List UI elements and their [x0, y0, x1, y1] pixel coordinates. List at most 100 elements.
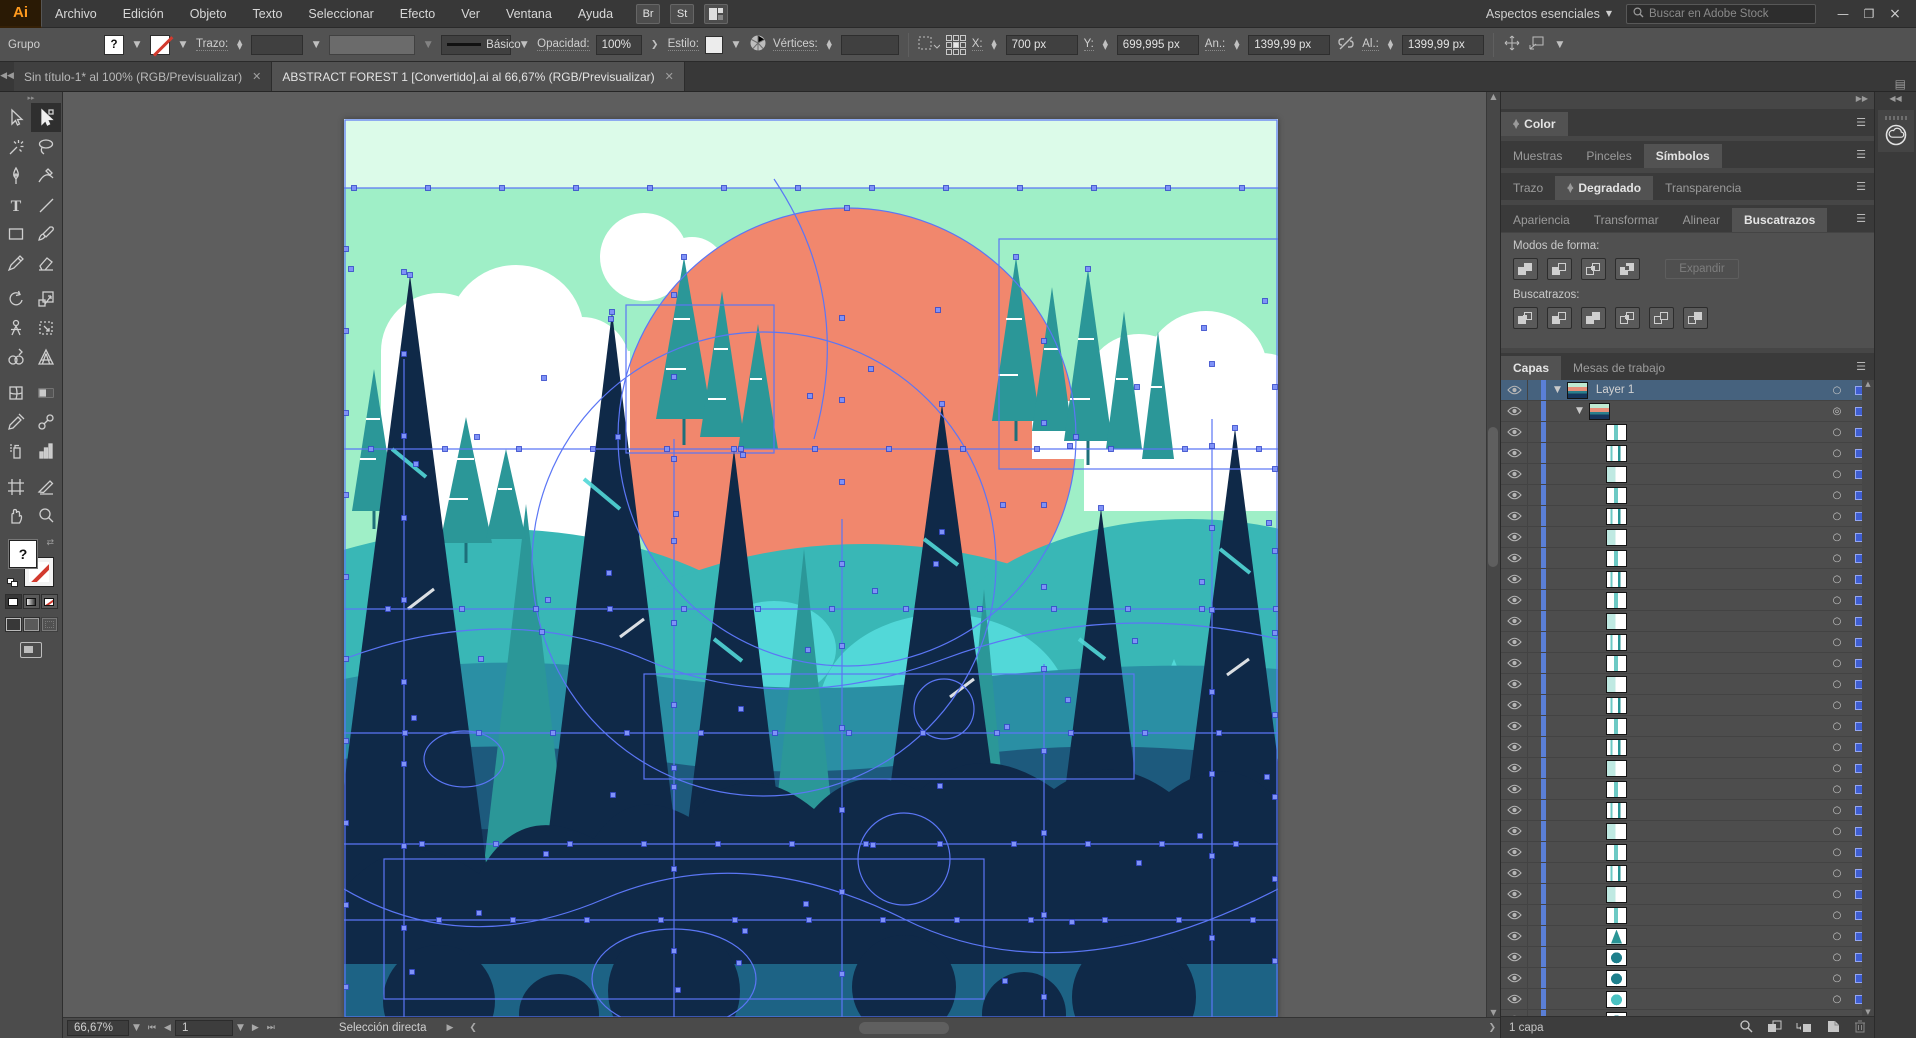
lock-column[interactable] [1527, 422, 1541, 442]
layer-thumbnail[interactable] [1606, 466, 1627, 483]
lock-column[interactable] [1527, 905, 1541, 925]
menu-texto[interactable]: Texto [240, 0, 296, 28]
stroke-color-swatch[interactable] [150, 35, 170, 55]
minus-back-button[interactable] [1683, 307, 1708, 329]
target-circle-icon[interactable]: ○ [1824, 721, 1850, 732]
tab-capas[interactable]: Capas [1501, 356, 1561, 380]
fill-proxy-swatch[interactable]: ? [9, 540, 37, 568]
pen-tool[interactable] [1, 161, 31, 190]
layer-thumbnail[interactable] [1606, 886, 1627, 903]
layer-thumbnail[interactable] [1606, 592, 1627, 609]
tab-buscatrazos[interactable]: Buscatrazos [1732, 208, 1827, 232]
corners-stepper[interactable]: ▲▼ [824, 40, 835, 50]
last-artboard-icon[interactable]: ⏭ [263, 1023, 279, 1033]
prev-artboard-icon[interactable]: ◀ [160, 1023, 175, 1033]
width-field[interactable]: 1399,99 px [1248, 35, 1330, 55]
crop-button[interactable] [1615, 307, 1640, 329]
lock-column[interactable] [1527, 779, 1541, 799]
layer-thumbnail[interactable] [1606, 613, 1627, 630]
collapse-panels-icon[interactable]: ▶▶ [1856, 94, 1868, 103]
visibility-toggle[interactable] [1501, 574, 1527, 584]
layer-thumbnail[interactable] [1606, 697, 1627, 714]
scroll-right-icon[interactable]: ❯ [1484, 1023, 1500, 1033]
lock-column[interactable] [1527, 443, 1541, 463]
opacity-field[interactable]: 100% [596, 35, 642, 55]
target-circle-icon[interactable]: ○ [1824, 385, 1850, 396]
visibility-toggle[interactable] [1501, 406, 1527, 416]
more-options-dd-icon[interactable]: ▼ [1553, 35, 1567, 55]
lock-column[interactable] [1527, 716, 1541, 736]
layer-thumbnail[interactable] [1606, 781, 1627, 798]
visibility-toggle[interactable] [1501, 658, 1527, 668]
layer-thumbnail[interactable] [1606, 676, 1627, 693]
target-circle-icon[interactable]: ○ [1824, 742, 1850, 753]
visibility-toggle[interactable] [1501, 1015, 1527, 1016]
divide-button[interactable] [1513, 307, 1538, 329]
target-circle-icon[interactable]: ○ [1824, 847, 1850, 858]
vertical-scroll-thumb[interactable] [1488, 427, 1498, 567]
trim-button[interactable] [1547, 307, 1572, 329]
y-stepper[interactable]: ▲▼ [1100, 40, 1111, 50]
artboard-tool[interactable] [1, 472, 31, 501]
target-circle-icon[interactable]: ○ [1824, 658, 1850, 669]
path-row[interactable]: ○ [1501, 926, 1874, 947]
visibility-toggle[interactable] [1501, 889, 1527, 899]
draw-behind-button[interactable] [23, 617, 40, 632]
mesh-tool[interactable] [1, 378, 31, 407]
layer-thumbnail[interactable] [1606, 424, 1627, 441]
visibility-toggle[interactable] [1501, 910, 1527, 920]
tab-apariencia[interactable]: Apariencia [1501, 208, 1582, 232]
zoom-dd-icon[interactable]: ▼ [129, 1023, 144, 1033]
visibility-toggle[interactable] [1501, 490, 1527, 500]
visibility-toggle[interactable] [1501, 763, 1527, 773]
horizontal-scroll-thumb[interactable] [859, 1022, 949, 1034]
layer-thumbnail[interactable] [1606, 655, 1627, 672]
layer-thumbnail[interactable] [1606, 550, 1627, 567]
eraser-tool[interactable] [31, 248, 61, 277]
target-circle-icon[interactable]: ○ [1824, 973, 1850, 984]
layer-thumbnail[interactable] [1606, 1012, 1627, 1017]
target-circle-icon[interactable]: ○ [1824, 532, 1850, 543]
path-row[interactable]: ○ [1501, 548, 1874, 569]
new-sublayer-icon[interactable] [1796, 1020, 1812, 1036]
scale-tool[interactable] [31, 284, 61, 313]
visibility-toggle[interactable] [1501, 427, 1527, 437]
tab-close-icon[interactable]: ✕ [665, 70, 674, 83]
screen-mode-button[interactable] [20, 642, 42, 658]
lock-column[interactable] [1527, 884, 1541, 904]
layer-thumbnail[interactable] [1606, 445, 1627, 462]
lock-column[interactable] [1527, 926, 1541, 946]
target-circle-icon[interactable]: ○ [1824, 574, 1850, 585]
slice-tool[interactable] [31, 472, 61, 501]
visibility-toggle[interactable] [1501, 805, 1527, 815]
minus-front-button[interactable] [1547, 258, 1572, 280]
layer-thumbnail[interactable] [1606, 718, 1627, 735]
expand-dock-icon[interactable]: ◀◀ [1889, 92, 1901, 104]
tab-scroll-left-icon[interactable]: ◀◀ [0, 61, 14, 91]
tab-pinceles[interactable]: Pinceles [1574, 144, 1643, 168]
lock-column[interactable] [1527, 653, 1541, 673]
opacity-dd-icon[interactable]: ❯ [648, 35, 662, 55]
line-segment-tool[interactable] [31, 190, 61, 219]
brush-dd-icon[interactable]: ▼ [517, 35, 531, 55]
path-row[interactable]: ○ [1501, 506, 1874, 527]
tab-degradado[interactable]: ▲▼ Degradado [1555, 176, 1653, 200]
type-tool[interactable]: T [1, 190, 31, 219]
layer-thumbnail[interactable] [1606, 970, 1627, 987]
merge-button[interactable] [1581, 307, 1606, 329]
unite-button[interactable] [1513, 258, 1538, 280]
artboard-number-field[interactable]: 1 [175, 1020, 233, 1036]
target-circle-icon[interactable]: ○ [1824, 1015, 1850, 1017]
tab-transformar[interactable]: Transformar [1582, 208, 1671, 232]
visibility-toggle[interactable] [1501, 784, 1527, 794]
path-row[interactable]: ○ [1501, 842, 1874, 863]
visibility-toggle[interactable] [1501, 679, 1527, 689]
scroll-up-icon[interactable]: ▲ [1865, 380, 1870, 388]
layer-row[interactable]: ▼Layer 1○ [1501, 380, 1874, 401]
status-flyout-icon[interactable]: ▶ [442, 1023, 457, 1033]
menu-objeto[interactable]: Objeto [177, 0, 240, 28]
path-row[interactable]: ○ [1501, 758, 1874, 779]
scroll-left-icon[interactable]: ❮ [465, 1023, 481, 1033]
layer-thumbnail[interactable] [1606, 949, 1627, 966]
bridge-button[interactable]: Br [636, 4, 660, 24]
